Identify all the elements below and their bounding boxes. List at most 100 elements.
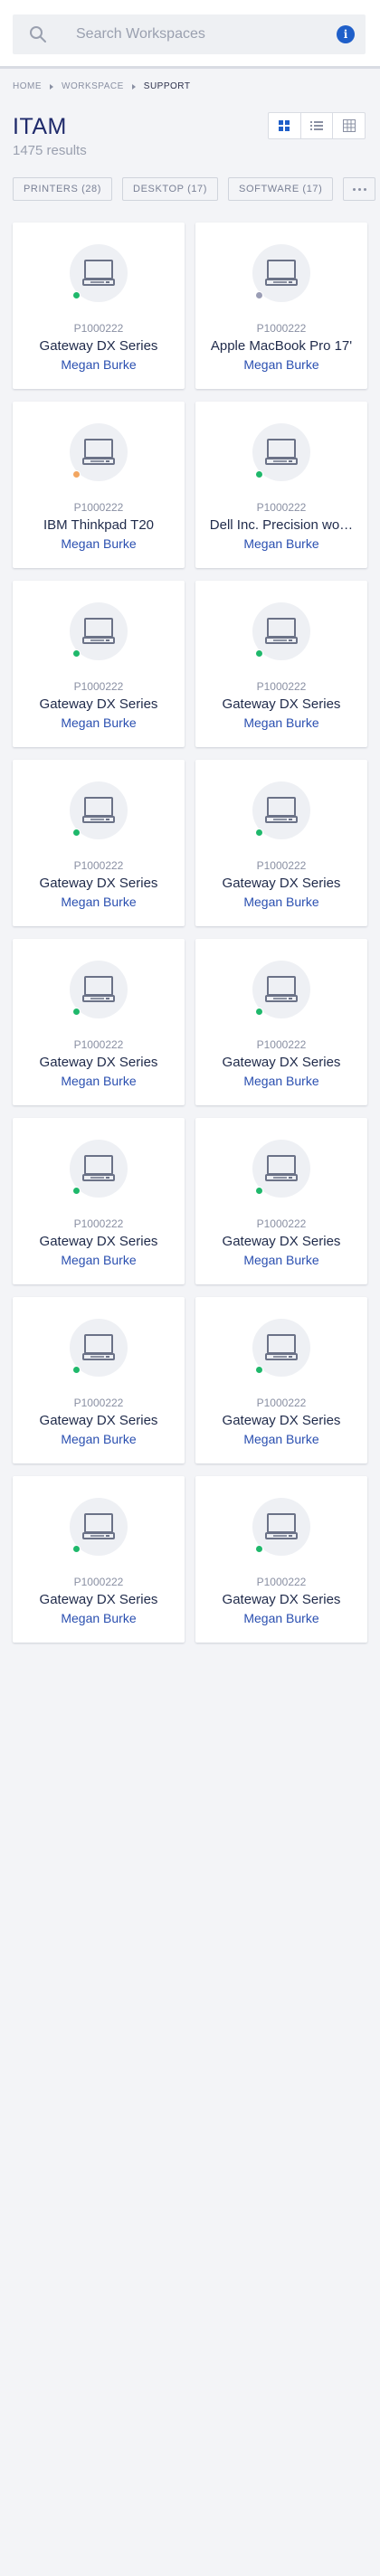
- asset-owner-link[interactable]: Megan Burke: [13, 895, 185, 909]
- status-indicator: [72, 649, 81, 658]
- device-avatar: [252, 602, 310, 660]
- asset-card[interactable]: P1000222 Gateway DX Series Megan Burke: [195, 1297, 367, 1463]
- laptop-icon: [82, 1155, 115, 1181]
- asset-owner-link[interactable]: Megan Burke: [13, 357, 185, 372]
- asset-id: P1000222: [256, 1217, 307, 1230]
- breadcrumb-workspace[interactable]: WORKSPACE: [62, 81, 124, 91]
- device-avatar: [252, 1140, 310, 1198]
- results-count: 1475 results: [13, 143, 87, 158]
- asset-card[interactable]: P1000222 Gateway DX Series Megan Burke: [13, 581, 185, 747]
- asset-id: P1000222: [73, 1576, 124, 1588]
- more-dot-icon: [357, 187, 361, 191]
- asset-name: Gateway DX Series: [39, 1413, 158, 1428]
- asset-id: P1000222: [73, 501, 124, 514]
- asset-grid: P1000222 Gateway DX Series Megan Burke P100…: [13, 223, 367, 1643]
- asset-id: P1000222: [256, 680, 307, 693]
- asset-card[interactable]: P1000222 Gateway DX Series Megan Burke: [195, 939, 367, 1105]
- filter-desktop[interactable]: DESKTOP (17): [122, 177, 219, 201]
- grid-view-button[interactable]: [269, 113, 301, 138]
- asset-card[interactable]: P1000222 IBM Thinkpad T20 Megan Burke: [13, 402, 185, 568]
- filter-software[interactable]: SOFTWARE (17): [228, 177, 334, 201]
- asset-card[interactable]: P1000222 Gateway DX Series Megan Burke: [13, 1118, 185, 1284]
- asset-owner-link[interactable]: Megan Burke: [195, 715, 367, 730]
- asset-card[interactable]: P1000222 Gateway DX Series Megan Burke: [13, 939, 185, 1105]
- asset-owner-link[interactable]: Megan Burke: [13, 536, 185, 551]
- asset-name: Gateway DX Series: [39, 338, 158, 354]
- asset-card[interactable]: P1000222 Dell Inc. Precision wo… Megan Bur…: [195, 402, 367, 568]
- list-view-icon: [310, 121, 323, 130]
- asset-card[interactable]: P1000222 Gateway DX Series Megan Burke: [195, 1118, 367, 1284]
- asset-owner-link[interactable]: Megan Burke: [195, 1253, 367, 1267]
- status-indicator: [255, 1187, 263, 1195]
- asset-name: IBM Thinkpad T20: [43, 517, 154, 533]
- asset-name: Gateway DX Series: [222, 696, 341, 712]
- status-indicator: [72, 1187, 81, 1195]
- table-view-button[interactable]: [333, 113, 365, 138]
- status-indicator: [72, 291, 81, 299]
- asset-card[interactable]: P1000222 Apple MacBook Pro 17' Megan Burke: [195, 223, 367, 389]
- device-avatar: [70, 1319, 128, 1377]
- status-indicator: [255, 291, 263, 299]
- asset-id: P1000222: [73, 1217, 124, 1230]
- device-avatar: [70, 244, 128, 302]
- breadcrumb-home[interactable]: HOME: [13, 81, 42, 91]
- breadcrumb-chevron-icon: [50, 83, 53, 90]
- device-avatar: [252, 1498, 310, 1556]
- table-view-icon: [342, 119, 356, 132]
- asset-id: P1000222: [256, 1397, 307, 1409]
- laptop-icon: [265, 1155, 298, 1181]
- device-avatar: [70, 1140, 128, 1198]
- asset-owner-link[interactable]: Megan Burke: [195, 1074, 367, 1088]
- asset-owner-link[interactable]: Megan Burke: [13, 1074, 185, 1088]
- asset-id: P1000222: [73, 1397, 124, 1409]
- asset-name: Gateway DX Series: [222, 876, 341, 891]
- asset-name: Gateway DX Series: [222, 1234, 341, 1249]
- asset-owner-link[interactable]: Megan Burke: [13, 715, 185, 730]
- status-indicator: [72, 1366, 81, 1374]
- asset-id: P1000222: [256, 1576, 307, 1588]
- breadcrumb-support: SUPPORT: [143, 81, 191, 91]
- asset-owner-link[interactable]: Megan Burke: [195, 1432, 367, 1446]
- asset-name: Gateway DX Series: [222, 1592, 341, 1607]
- search-icon: [30, 26, 46, 43]
- asset-id: P1000222: [256, 859, 307, 872]
- device-avatar: [252, 961, 310, 1018]
- asset-card[interactable]: P1000222 Gateway DX Series Megan Burke: [13, 760, 185, 926]
- asset-card[interactable]: P1000222 Gateway DX Series Megan Burke: [195, 1476, 367, 1643]
- asset-card[interactable]: P1000222 Gateway DX Series Megan Burke: [13, 1476, 185, 1643]
- status-indicator: [72, 829, 81, 837]
- asset-name: Gateway DX Series: [39, 1592, 158, 1607]
- status-indicator: [255, 1366, 263, 1374]
- search-bar[interactable]: i: [13, 14, 366, 54]
- asset-card[interactable]: P1000222 Gateway DX Series Megan Burke: [13, 1297, 185, 1463]
- laptop-icon: [265, 618, 298, 644]
- asset-name: Apple MacBook Pro 17': [210, 338, 353, 354]
- more-filters-button[interactable]: [343, 177, 376, 201]
- asset-owner-link[interactable]: Megan Burke: [13, 1611, 185, 1625]
- grid-view-icon: [279, 120, 290, 131]
- asset-id: P1000222: [256, 322, 307, 335]
- device-avatar: [70, 961, 128, 1018]
- filter-printers[interactable]: PRINTERS (28): [13, 177, 113, 201]
- status-indicator: [72, 1008, 81, 1016]
- asset-card[interactable]: P1000222 Gateway DX Series Megan Burke: [13, 223, 185, 389]
- asset-owner-link[interactable]: Megan Burke: [195, 1611, 367, 1625]
- device-avatar: [70, 423, 128, 481]
- asset-owner-link[interactable]: Megan Burke: [195, 536, 367, 551]
- asset-owner-link[interactable]: Megan Burke: [195, 357, 367, 372]
- laptop-icon: [265, 439, 298, 465]
- asset-card[interactable]: P1000222 Gateway DX Series Megan Burke: [195, 581, 367, 747]
- device-avatar: [252, 1319, 310, 1377]
- laptop-icon: [82, 797, 115, 823]
- info-icon[interactable]: i: [337, 25, 355, 43]
- asset-id: P1000222: [73, 680, 124, 693]
- asset-owner-link[interactable]: Megan Burke: [195, 895, 367, 909]
- list-view-button[interactable]: [301, 113, 334, 138]
- asset-owner-link[interactable]: Megan Burke: [13, 1253, 185, 1267]
- asset-card[interactable]: P1000222 Gateway DX Series Megan Burke: [195, 760, 367, 926]
- asset-owner-link[interactable]: Megan Burke: [13, 1432, 185, 1446]
- laptop-icon: [265, 1513, 298, 1539]
- search-input[interactable]: [76, 14, 311, 54]
- status-indicator: [72, 1545, 81, 1553]
- view-toggle: [268, 112, 366, 139]
